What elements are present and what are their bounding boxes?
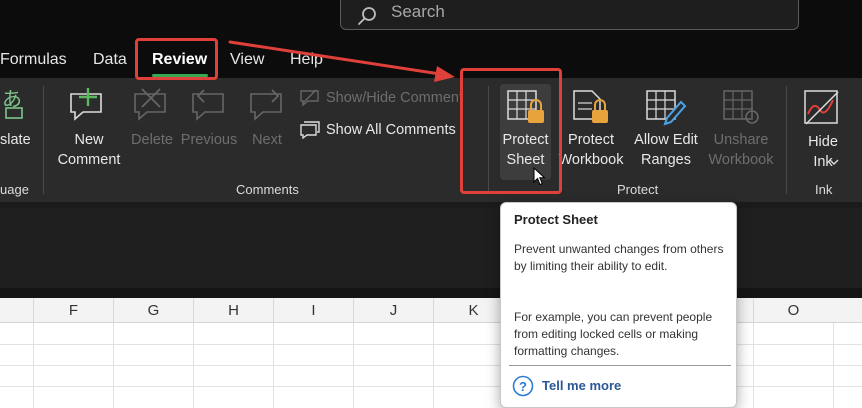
tab-data[interactable]: Data [93,51,127,69]
review-tab-highlight [135,38,218,80]
column-header-i[interactable]: I [273,298,353,323]
comments-group-label: Comments [236,182,299,197]
tab-formulas[interactable]: Formulas [0,51,67,69]
column-line [753,323,754,408]
column-line [113,323,114,408]
tooltip-description: Prevent unwanted changes from others by … [514,242,724,273]
search-placeholder: Search [391,2,445,21]
show-all-comments-button[interactable]: Show All Comments [326,120,456,140]
tooltip-title: Protect Sheet [514,212,598,227]
tab-view[interactable]: View [230,51,264,69]
previous-comment-icon [192,89,224,121]
help-icon[interactable]: ? [512,375,534,397]
chevron-down-icon[interactable] [829,158,839,166]
ribbon-tabs: Formulas Data Review View Help [0,46,862,78]
title-bar: Search [0,0,862,46]
delete-comment-icon [134,88,166,121]
unshare-workbook-button[interactable]: Unshare Workbook [704,130,778,170]
tooltip-example: For example, you can prevent people from… [514,310,713,358]
tab-help[interactable]: Help [290,51,323,69]
column-header-o[interactable]: O [753,298,833,323]
new-comment-button[interactable]: New Comment [48,130,130,170]
next-comment-icon [250,89,282,121]
ink-group-label: Ink [815,182,833,197]
show-all-comments-icon [300,121,320,139]
show-hide-comment-button[interactable]: Show/Hide Comment [326,88,463,108]
allow-edit-ranges-button[interactable]: Allow Edit Ranges [629,130,703,170]
delete-comment-button[interactable]: Delete [127,130,177,150]
next-comment-button[interactable]: Next [245,130,289,150]
protect-workbook-icon [573,90,608,123]
protect-sheet-tooltip: Protect Sheet Prevent unwanted changes f… [500,202,737,408]
column-line [353,323,354,408]
show-hide-comment-icon [300,89,319,107]
allow-edit-ranges-icon [646,90,687,126]
group-separator [43,86,44,194]
new-comment-icon [70,88,102,121]
column-line [833,323,834,408]
ribbon: あ slate uage New Comment Delete Previous… [0,78,862,202]
tell-me-more-link[interactable]: Tell me more [542,378,621,393]
translate-icon: あ [2,87,23,119]
group-separator [786,86,787,194]
column-header-g[interactable]: G [113,298,193,323]
language-group-label: uage [0,182,29,197]
previous-comment-button[interactable]: Previous [178,130,240,150]
protect-group-label: Protect [617,182,659,197]
unshare-workbook-icon [723,90,759,124]
protect-workbook-button[interactable]: Protect Workbook [555,130,627,170]
hide-ink-button[interactable]: Hide Ink [800,132,846,172]
column-line [273,323,274,408]
svg-text:?: ? [519,379,527,394]
column-line [193,323,194,408]
mouse-cursor-icon [533,167,546,186]
tooltip-divider [509,365,731,366]
translate-button[interactable]: slate [0,130,32,150]
column-header-f[interactable]: F [33,298,113,323]
column-header-h[interactable]: H [193,298,273,323]
hide-ink-icon [804,90,839,125]
column-line [33,323,34,408]
column-line [433,323,434,408]
search-icon [358,7,376,25]
search-box[interactable]: Search [340,0,799,30]
column-header-j[interactable]: J [353,298,433,323]
